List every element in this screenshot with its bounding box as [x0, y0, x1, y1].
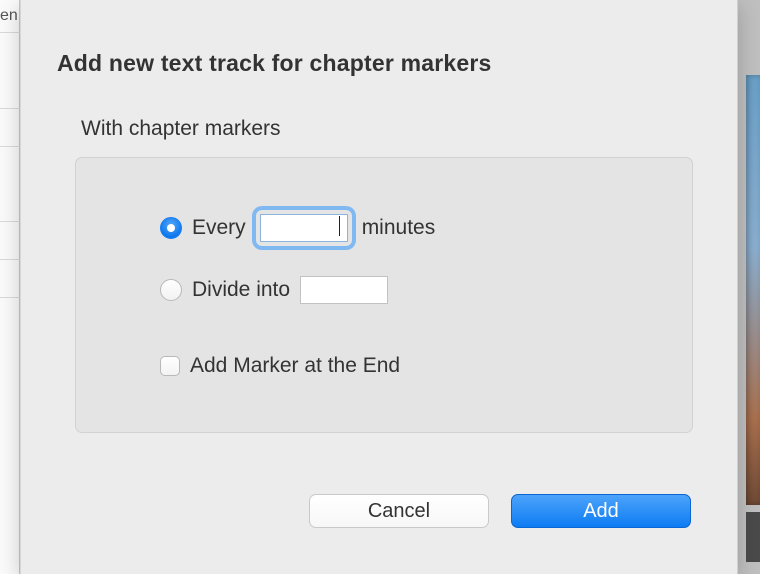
dialog-buttons: Cancel Add — [309, 494, 691, 528]
parent-window-peek: en — [0, 0, 20, 574]
option-end-marker-label: Add Marker at the End — [190, 354, 400, 378]
chapter-markers-dialog: Add new text track for chapter markers W… — [20, 0, 738, 574]
option-divide-row: Divide into — [160, 276, 388, 304]
option-end-marker-row: Add Marker at the End — [160, 354, 400, 378]
section-label: With chapter markers — [81, 117, 281, 141]
option-divide-label: Divide into — [192, 278, 290, 302]
option-every-label-before: Every — [192, 216, 246, 240]
minutes-input[interactable] — [260, 214, 348, 242]
background-peek — [738, 0, 760, 574]
minutes-input-focus-ring — [256, 210, 352, 246]
cancel-button[interactable]: Cancel — [309, 494, 489, 528]
options-group: Every minutes Divide into Add Marker at … — [75, 157, 693, 433]
dialog-title: Add new text track for chapter markers — [57, 50, 492, 77]
text-caret — [339, 216, 340, 236]
checkbox-end-marker[interactable] — [160, 356, 180, 376]
option-every-label-after: minutes — [362, 216, 436, 240]
truncated-text: en — [0, 7, 18, 25]
option-every-row: Every minutes — [160, 210, 435, 246]
add-button[interactable]: Add — [511, 494, 691, 528]
radio-divide[interactable] — [160, 279, 182, 301]
divide-input[interactable] — [300, 276, 388, 304]
radio-every[interactable] — [160, 217, 182, 239]
